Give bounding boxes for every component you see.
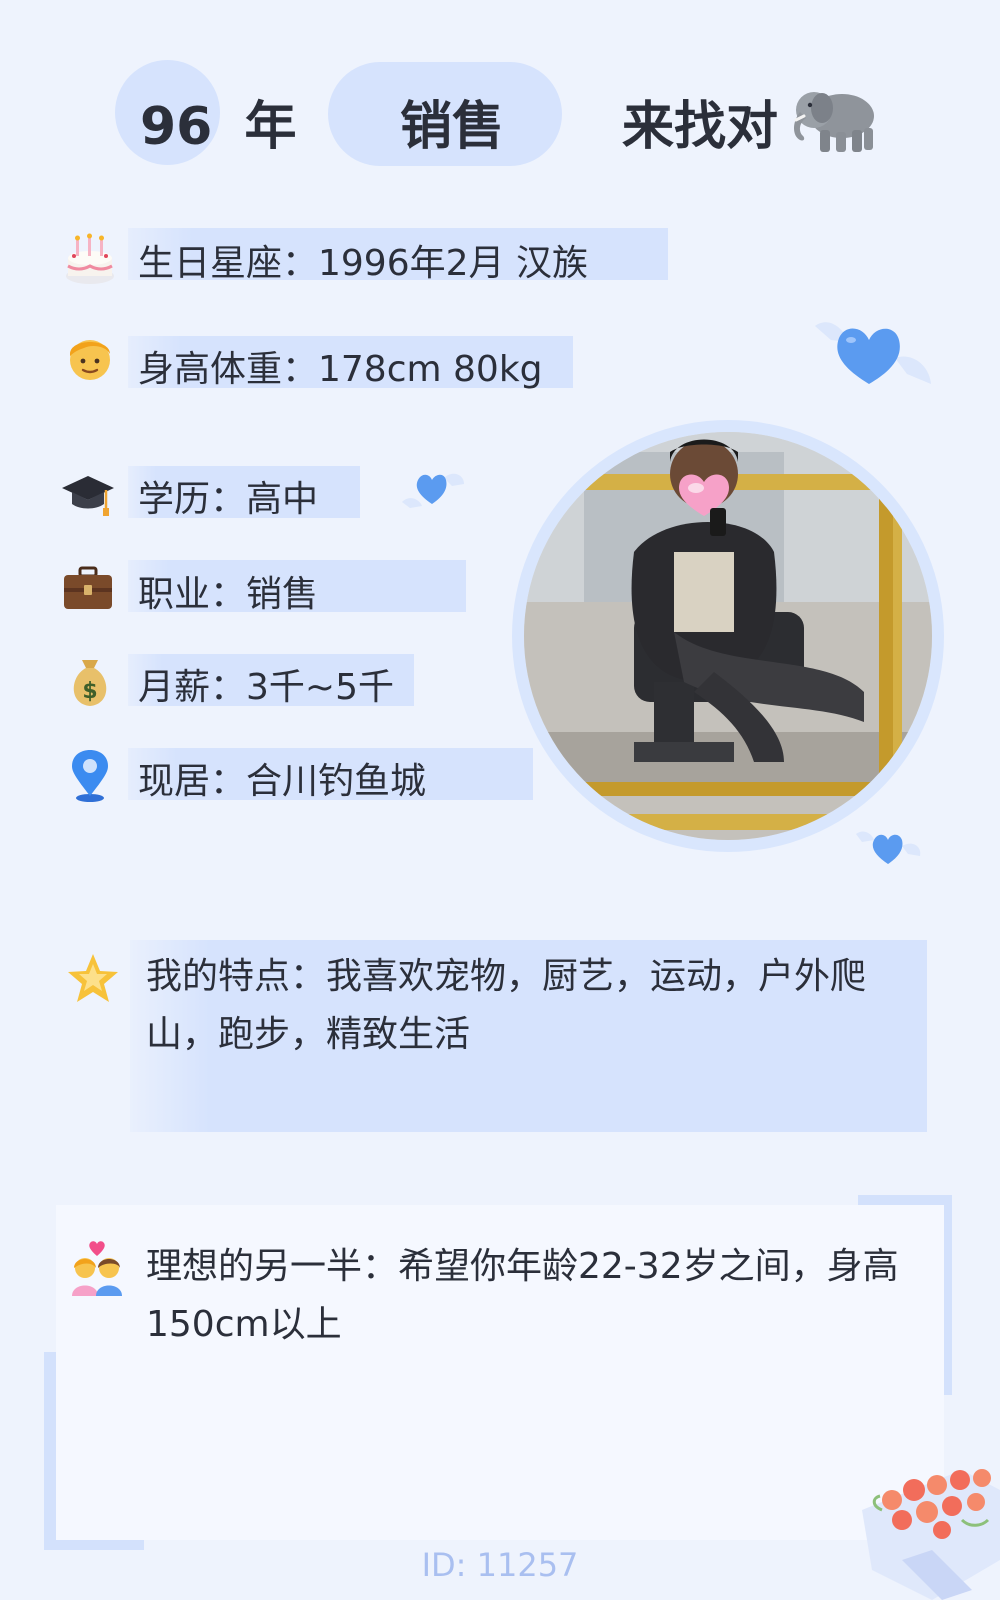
money-bag-icon: $	[73, 660, 107, 706]
features-line-1: 我的特点：我喜欢宠物，厨艺，运动，户外爬	[146, 956, 867, 997]
graduation-cap-icon	[62, 476, 114, 516]
job-text: 职业：销售	[138, 574, 319, 615]
ideal-line-2: 150cm以上	[146, 1304, 342, 1345]
elephant-icon	[794, 92, 874, 152]
briefcase-icon	[64, 566, 112, 609]
bottom-winged-heart-icon	[856, 831, 921, 864]
ideal-text: 理想的另一半：希望你年龄22-32岁之间，身高 150cm以上	[146, 1238, 926, 1354]
profile-photo	[524, 432, 932, 840]
header-occupation: 销售	[400, 97, 505, 157]
ideal-line-1: 理想的另一半：希望你年龄22-32岁之间，身高	[146, 1246, 899, 1287]
svg-text:$: $	[82, 679, 97, 704]
features-line-2: 山，跑步，精致生活	[146, 1014, 471, 1055]
height-weight-text: 身高体重：178cm 80kg	[138, 349, 543, 390]
profile-id: ID: 11257	[421, 1546, 579, 1584]
winged-heart-icon	[815, 322, 931, 384]
cake-icon	[66, 233, 114, 284]
small-winged-heart-icon	[402, 473, 464, 508]
location-pin-icon	[72, 750, 108, 802]
birthday-text: 生日星座：1996年2月 汉族	[138, 243, 588, 284]
features-text: 我的特点：我喜欢宠物，厨艺，运动，户外爬 山，跑步，精致生活	[146, 948, 916, 1064]
header-year: 96 年	[140, 84, 297, 159]
header-year-unit: 年	[244, 97, 297, 157]
education-text: 学历：高中	[138, 479, 319, 520]
header-seeking: 来找对	[622, 97, 779, 157]
photo-illustration	[524, 432, 932, 840]
residence-text: 现居：合川钓鱼城	[138, 761, 427, 802]
star-icon	[68, 954, 118, 1002]
couple-icon	[72, 1241, 122, 1296]
header-year-number: 96	[140, 97, 213, 157]
salary-text: 月薪：3千~5千	[138, 667, 394, 708]
person-icon	[70, 340, 110, 380]
